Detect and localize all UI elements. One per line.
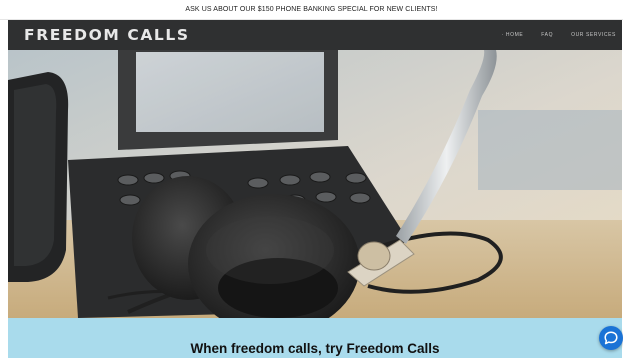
hero-image	[8, 50, 622, 318]
chat-bubble-icon	[604, 331, 618, 345]
tagline-section: When freedom calls, try Freedom Calls	[8, 318, 622, 358]
announcement-bar: ASK US ABOUT OUR $150 PHONE BANKING SPEC…	[0, 0, 623, 20]
announcement-text: ASK US ABOUT OUR $150 PHONE BANKING SPEC…	[185, 6, 438, 13]
tagline-heading: When freedom calls, try Freedom Calls	[190, 341, 440, 356]
site-header: FREEDOM CALLS · HOME FAQ OUR SERVICES	[8, 20, 622, 50]
site-logo-text[interactable]: FREEDOM CALLS	[24, 26, 190, 44]
main-navigation: · HOME FAQ OUR SERVICES	[502, 20, 616, 50]
nav-link-our-services[interactable]: OUR SERVICES	[571, 32, 616, 38]
headset-phone-illustration	[8, 50, 622, 318]
nav-link-home[interactable]: · HOME	[502, 32, 524, 38]
chat-button[interactable]	[599, 326, 623, 350]
nav-link-faq[interactable]: FAQ	[541, 32, 553, 38]
